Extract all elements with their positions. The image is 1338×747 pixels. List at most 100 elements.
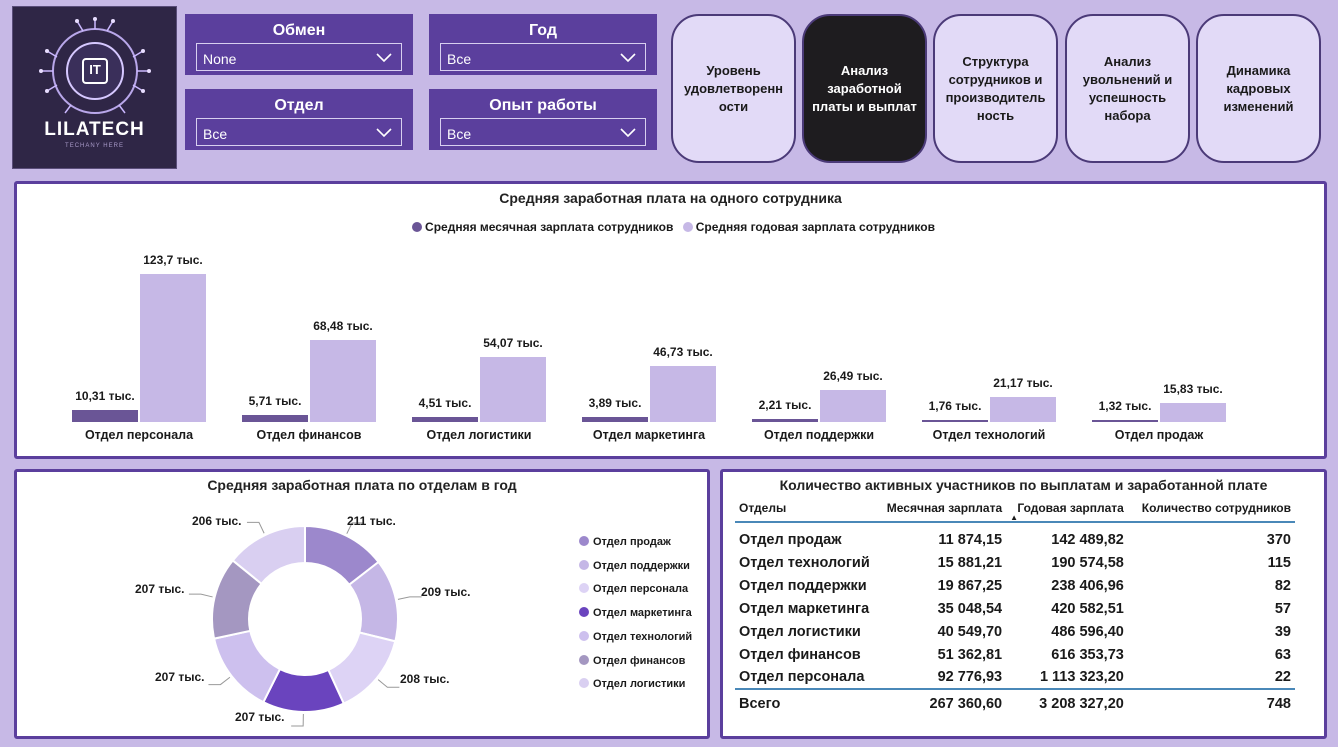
slicer-year: Год Все [429,14,657,75]
bar-monthly[interactable] [412,416,478,422]
column-header[interactable]: Месячная зарплата [875,498,1007,523]
legend-dot [579,559,589,570]
category-label: Отдел технологий [932,428,1046,442]
table-total-row[interactable]: Всего 267 360,60 3 208 327,20 748 [735,688,1295,717]
legend-label: Отдел поддержки [593,559,690,572]
table-cell: 420 582,51 [1051,600,1124,617]
table-row[interactable]: Отдел продаж 11 874,15 142 489,82 370 [735,522,1295,551]
category-label: Отдел маркетинга [592,428,706,442]
legend-item[interactable]: Отдел продаж [579,536,671,548]
payments-table-panel: Количество активных участников по выплат… [720,469,1327,739]
bar-monthly[interactable] [922,419,988,422]
bar-annual[interactable] [650,366,716,422]
legend-item[interactable]: Отдел маркетинга [579,607,692,619]
avg-salary-bar-chart: Средняя заработная плата на одного сотру… [14,181,1327,459]
column-header[interactable]: Отделы [735,498,875,523]
chevron-down-icon [376,128,392,138]
table-cell: 40 549,70 [937,623,1003,640]
company-logo: IT LILATECH TECHANY HERE [12,6,177,169]
table-cell: 11 874,15 [938,532,1003,548]
bar-monthly[interactable] [582,417,648,422]
leader-line [291,713,304,727]
exchange-dropdown[interactable]: None [196,43,402,71]
slice-data-label: 207 тыс. [155,670,205,684]
legend-dot-annual [682,222,693,232]
table-cell: 748 [1127,688,1295,717]
table-row[interactable]: Отдел логистики 40 549,70 486 596,40 39 [735,620,1295,643]
legend-dot [579,583,589,594]
legend-dot-monthly [412,222,423,232]
bar-annual[interactable] [480,357,546,422]
slicer-title: Отдел [274,97,324,114]
experience-dropdown[interactable]: Все [440,118,646,146]
table-cell: 238 406,96 [1051,577,1124,594]
legend-label-annual: Средняя годовая зарплата сотрудников [695,220,935,234]
bar-monthly[interactable] [72,409,138,422]
legend-item[interactable]: Отдел поддержки [579,559,690,572]
nav-satisfaction-level[interactable]: Уровень удовлетворенн ости [671,14,796,163]
table-cell: 267 360,60 [875,688,1007,717]
table-cell: 35 048,54 [937,600,1003,617]
nav-hr-dynamics[interactable]: Динамика кадровых изменений [1196,14,1321,163]
dropdown-value: Все [203,126,228,142]
table-cell: Отдел продаж [739,532,842,548]
slicer-department: Отдел Все [185,89,413,150]
chevron-down-icon [620,128,636,138]
logo-badge: IT [89,62,101,77]
year-dropdown[interactable]: Все [440,43,646,71]
table-cell: 82 [1274,577,1291,594]
nav-dismissal-analysis[interactable]: Анализ увольнений и успешность набора [1065,14,1190,163]
avg-salary-donut-chart: Средняя заработная плата по отделам в го… [14,469,710,739]
table-cell: 63 [1274,646,1291,663]
bar-data-label: 1,76 тыс. [928,398,982,413]
table-cell: Отдел технологий [739,554,870,571]
table-title: Количество активных участников по выплат… [779,477,1268,493]
nav-salary-analysis[interactable]: Анализ заработной платы и выплат [802,14,927,163]
category-label: Отдел финансов [256,428,362,442]
leader-line [246,521,265,534]
table-row[interactable]: Отдел поддержки 19 867,25 238 406,96 82 [735,574,1295,597]
bar-monthly[interactable] [242,415,308,422]
slice-data-label: 208 тыс. [400,672,450,686]
legend-item[interactable]: Отдел технологий [579,630,693,643]
table-row[interactable]: Отдел финансов 51 362,81 616 353,73 63 [735,643,1295,666]
column-header[interactable]: Количество сотрудников [1127,498,1295,523]
legend-dot [579,536,589,546]
bar-data-label: 2,21 тыс. [758,398,812,413]
slicer-experience: Опыт работы Все [429,89,657,150]
dropdown-value: Все [447,126,472,142]
bar-monthly[interactable] [1092,420,1158,422]
category-label: Отдел продаж [1114,428,1204,442]
bar-data-label: 10,31 тыс. [75,388,135,403]
legend-label: Отдел технологий [593,630,693,643]
slice-data-label: 206 тыс. [192,514,242,528]
table-cell: 57 [1274,600,1291,617]
legend-item[interactable]: Отдел финансов [579,654,685,667]
bar-monthly[interactable] [752,419,818,422]
table-cell: 370 [1266,532,1291,548]
legend-item[interactable]: Отдел логистики [579,678,685,690]
bar-annual[interactable] [820,390,886,422]
table-cell: 92 776,93 [937,669,1003,685]
column-header-sorted[interactable]: Годовая зарплата ▲ [1006,498,1128,523]
bar-annual[interactable] [140,274,206,422]
department-dropdown[interactable]: Все [196,118,402,146]
nav-employee-structure[interactable]: Структура сотрудников и производитель но… [933,14,1058,163]
legend-dot [579,678,589,689]
legend-item[interactable]: Отдел персонала [579,583,688,595]
bar-data-label: 15,83 тыс. [1163,382,1223,397]
category-label: Отдел логистики [426,428,532,442]
chart-legend: Средняя месячная зарплата сотрудников Ср… [17,220,1324,234]
bar-annual[interactable] [990,396,1056,422]
slice-data-label: 207 тыс. [235,710,285,724]
bar-data-label: 46,73 тыс. [653,345,713,360]
leader-line [188,593,213,598]
bar-annual[interactable] [1160,403,1226,422]
table-row[interactable]: Отдел маркетинга 35 048,54 420 582,51 57 [735,597,1295,620]
table-row[interactable]: Отдел технологий 15 881,21 190 574,58 115 [735,551,1295,574]
bar-annual[interactable] [310,340,376,422]
table-cell: 19 867,25 [937,577,1003,594]
table-row[interactable]: Отдел персонала 92 776,93 1 113 323,20 22 [735,666,1295,689]
leader-line [208,676,231,686]
bar-data-label: 21,17 тыс. [993,375,1053,390]
